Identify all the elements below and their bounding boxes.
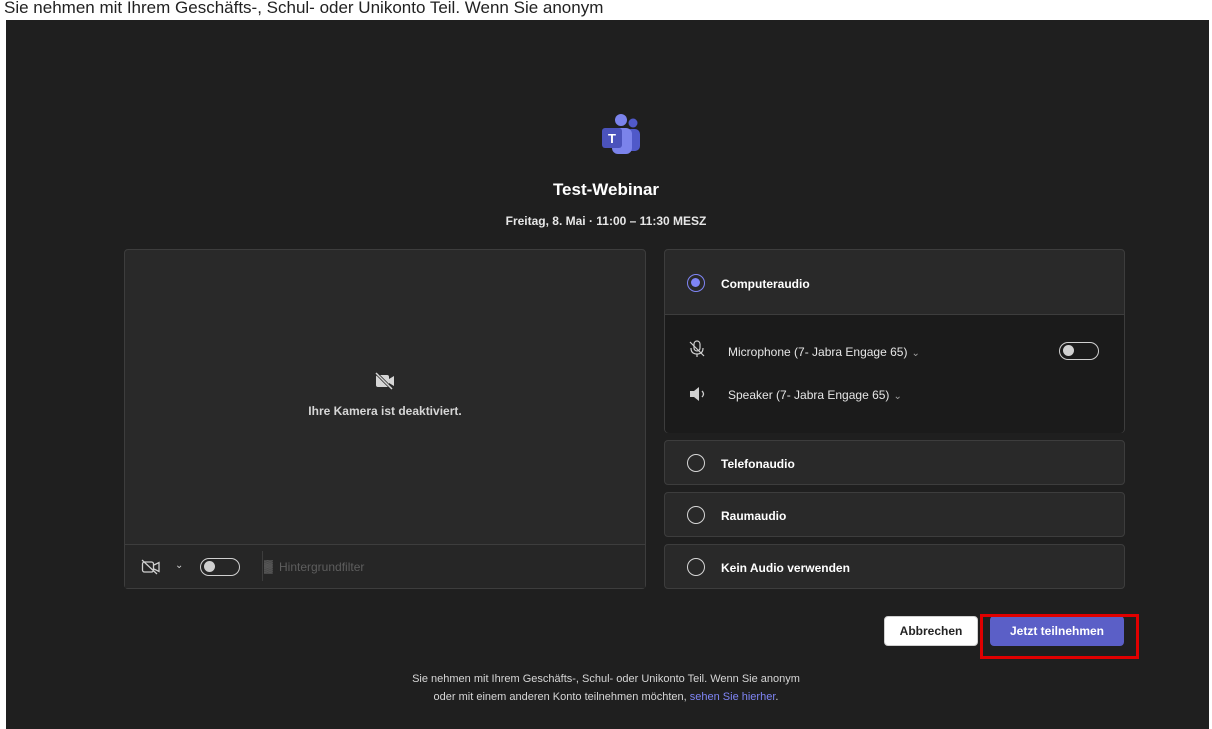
- audio-option-room[interactable]: Raumaudio: [664, 492, 1125, 537]
- camera-off-icon: [374, 372, 394, 390]
- highlight-box: [980, 614, 1139, 659]
- camera-off-button-icon[interactable]: [141, 559, 161, 575]
- audio-option-label: Computeraudio: [721, 277, 810, 291]
- footer-line-2: oder mit einem anderen Konto teilnehmen …: [433, 691, 779, 703]
- camera-toggle[interactable]: [200, 558, 240, 576]
- audio-option-phone[interactable]: Telefonaudio: [664, 440, 1125, 485]
- microphone-toggle[interactable]: [1059, 342, 1099, 360]
- see-here-link[interactable]: sehen Sie hierher: [690, 691, 776, 703]
- radio-no-audio[interactable]: [687, 558, 705, 576]
- background-filter-button[interactable]: Hintergrundfilter: [279, 560, 364, 574]
- audio-option-none[interactable]: Kein Audio verwenden: [664, 544, 1125, 589]
- audio-option-label: Telefonaudio: [721, 457, 795, 471]
- meeting-title: Test-Webinar: [552, 180, 660, 199]
- radio-phone-audio[interactable]: [687, 454, 705, 472]
- audio-option-label: Kein Audio verwenden: [721, 561, 850, 575]
- speaker-icon: [690, 387, 705, 401]
- svg-text:T: T: [608, 131, 616, 146]
- audio-option-computer[interactable]: Computeraudio Microphone (7- Jabra Engag…: [664, 249, 1125, 433]
- camera-off-message: Ihre Kamera ist deaktiviert.: [308, 404, 462, 418]
- cancel-button[interactable]: Abbrechen: [884, 616, 978, 646]
- microphone-select[interactable]: Microphone (7- Jabra Engage 65) ⌄: [728, 345, 920, 359]
- speaker-select[interactable]: Speaker (7- Jabra Engage 65) ⌄: [728, 388, 902, 402]
- radio-room-audio[interactable]: [687, 506, 705, 524]
- video-preview: [124, 249, 646, 589]
- audio-device-settings: Microphone (7- Jabra Engage 65) ⌄ Speaker…: [665, 314, 1124, 433]
- toolbar-divider: [262, 551, 263, 581]
- radio-computer-audio[interactable]: [687, 274, 705, 292]
- camera-chevron-down-icon[interactable]: ⌄: [175, 560, 183, 571]
- footer-line-1: Sie nehmen mit Ihrem Geschäfts-, Schul- …: [412, 673, 800, 685]
- microphone-muted-icon: [689, 340, 705, 357]
- chevron-down-icon: ⌄: [893, 391, 902, 402]
- background-filter-icon: ▓: [264, 559, 273, 573]
- footer-note: Sie nehmen mit Ihrem Geschäfts-, Schul- …: [0, 670, 1212, 706]
- chevron-down-icon: ⌄: [911, 348, 920, 359]
- teams-logo-icon: T: [602, 114, 640, 154]
- cropped-caption-text: Sie nehmen mit Ihrem Geschäfts-, Schul- …: [4, 0, 604, 17]
- meeting-schedule: Freitag, 8. Mai · 11:00 – 11:30 MESZ: [505, 214, 707, 228]
- audio-option-label: Raumaudio: [721, 509, 787, 523]
